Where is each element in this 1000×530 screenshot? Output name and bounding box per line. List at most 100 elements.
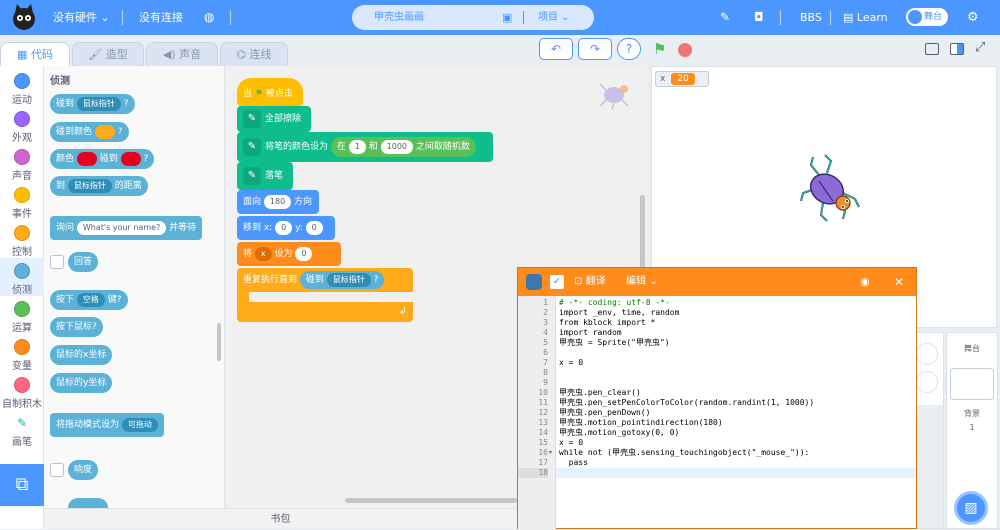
loudness-checkbox[interactable] <box>50 463 64 477</box>
color-swatch[interactable] <box>76 151 97 166</box>
script-horizontal-scrollbar[interactable] <box>345 498 517 503</box>
category-operators[interactable]: 运算 <box>0 296 44 334</box>
beetle-sprite[interactable] <box>797 153 863 225</box>
random-to-input[interactable]: 1000 <box>380 139 413 154</box>
block-loudness[interactable]: 响度 <box>68 460 99 480</box>
random-from-input[interactable]: 1 <box>348 139 366 154</box>
save-icon[interactable]: ▣ <box>502 5 512 30</box>
block-touching-condition[interactable]: 碰到 鼠标指针 ? <box>299 271 385 289</box>
large-stage-icon[interactable] <box>950 43 964 55</box>
category-variables[interactable]: 变量 <box>0 334 44 372</box>
category-sound[interactable]: 声音 <box>0 144 44 182</box>
backdrop-thumbnail[interactable] <box>950 368 994 400</box>
category-my-blocks[interactable]: 自制积木 <box>0 372 44 410</box>
project-menu[interactable]: 项目 ⌄ <box>538 5 570 30</box>
block-key-pressed[interactable]: 按下 空格 键? <box>50 290 128 310</box>
variable-dropdown[interactable]: x <box>254 246 272 261</box>
direction-input[interactable]: 180 <box>263 194 292 209</box>
dropdown-mouse-pointer[interactable]: 鼠标指针 <box>326 272 371 287</box>
x-input[interactable]: 0 <box>275 220 293 235</box>
help-button[interactable]: ? <box>617 38 641 60</box>
category-motion[interactable]: 运动 <box>0 68 44 106</box>
block-answer[interactable]: 回答 <box>68 252 99 272</box>
undo-button[interactable]: ↶ <box>539 38 573 60</box>
ask-text-input[interactable]: What's your name? <box>76 220 167 235</box>
dropdown-mouse-pointer[interactable]: 鼠标指针 <box>76 96 121 111</box>
fullscreen-icon[interactable]: ⤢ <box>975 40 985 55</box>
code-line[interactable]: from kblock import * <box>559 318 655 328</box>
category-control[interactable]: 控制 <box>0 220 44 258</box>
color-swatch[interactable] <box>94 124 115 139</box>
hardware-menu[interactable]: 没有硬件 ⌄ <box>53 0 110 35</box>
block-set-drag-mode[interactable]: 将拖动模式设为 可拖动 <box>50 413 164 437</box>
tab-wire[interactable]: ⌬ 连线 <box>220 42 288 67</box>
block-ask-and-wait[interactable]: 询问 What's your name? 并等待 <box>50 216 203 240</box>
enable-checkbox[interactable]: ✓ <box>550 275 564 289</box>
show-toggle-button[interactable] <box>916 343 938 365</box>
code-line[interactable]: x = 0 <box>559 358 583 368</box>
y-input[interactable]: 0 <box>305 220 323 235</box>
block-set-pen-color[interactable]: ✎ 将笔的颜色设为 在 1 和 1000 之间取随机数 <box>237 132 493 162</box>
size-button[interactable] <box>916 371 938 393</box>
set-value-input[interactable]: 0 <box>295 246 313 261</box>
tab-sound[interactable]: ◀) 声音 <box>146 42 218 67</box>
translate-button[interactable]: ⊡ 翻译 <box>574 268 606 296</box>
camera-icon[interactable]: ◘ <box>754 0 764 35</box>
block-erase-all[interactable]: ✎ 全部擦除 <box>237 106 311 132</box>
code-line[interactable]: while not (甲壳虫.sensing_touchingobject("_… <box>559 448 809 458</box>
block-color-touching-color[interactable]: 颜色 碰到 ? <box>50 149 155 169</box>
code-line[interactable]: 甲壳虫.pen_setPenColorToColor(random.randin… <box>559 398 814 408</box>
block-repeat-until[interactable]: 重复执行直到 碰到 鼠标指针 ? <box>237 268 413 292</box>
redo-button[interactable]: ↷ <box>578 38 612 60</box>
stage-toggle[interactable]: 舞台 <box>906 8 948 26</box>
block-set-variable[interactable]: 将 x 设为 0 <box>237 242 341 266</box>
connection-status[interactable]: 没有连接 <box>139 0 183 35</box>
small-stage-icon[interactable] <box>925 43 939 55</box>
code-line[interactable]: pass <box>559 458 588 468</box>
code-line[interactable]: 甲壳虫.pen_clear() <box>559 388 641 398</box>
project-name-input[interactable]: 甲壳虫画画 <box>374 5 424 30</box>
code-line[interactable]: # -*- coding: utf-8 -*- <box>559 298 670 308</box>
block-point-in-direction[interactable]: 面向 180 方向 <box>237 190 319 214</box>
code-line[interactable]: import _env, time, random <box>559 308 679 318</box>
globe-icon[interactable]: ◍ <box>204 0 214 35</box>
edit-mode-dropdown[interactable]: 编辑 ⌄ <box>626 268 658 296</box>
block-when-flag-clicked[interactable]: 当 ⚑ 被点击 <box>237 78 303 106</box>
category-pen[interactable]: ✎ 画笔 <box>0 410 44 448</box>
block-mouse-x[interactable]: 鼠标的x坐标 <box>50 345 113 365</box>
dropdown-key[interactable]: 空格 <box>76 292 105 307</box>
category-looks[interactable]: 外观 <box>0 106 44 144</box>
edit-icon[interactable]: ✎ <box>720 0 730 35</box>
category-sensing[interactable]: 侦测 <box>0 258 44 296</box>
color-swatch[interactable] <box>120 151 141 166</box>
backpack-bar[interactable]: 书包 <box>44 508 517 529</box>
bbs-link[interactable]: BBS <box>800 0 822 35</box>
code-line[interactable]: x = 0 <box>559 438 583 448</box>
code-line[interactable]: 甲壳虫.pen_penDown() <box>559 408 650 418</box>
green-flag-icon[interactable]: ⚑ <box>653 40 666 58</box>
block-mouse-y[interactable]: 鼠标的y坐标 <box>50 373 113 393</box>
palette-scrollbar[interactable] <box>217 323 221 361</box>
learn-link[interactable]: ▤ Learn <box>843 0 888 35</box>
python-code-window[interactable]: ✓ ⊡ 翻译 编辑 ⌄ ◉ ✕ 123 456 789 10 11 12 13 14 1… <box>517 267 917 530</box>
tab-costume[interactable]: 🖌 造型 <box>72 42 144 67</box>
block-random[interactable]: 在 1 和 1000 之间取随机数 <box>330 137 476 157</box>
logo-icon[interactable] <box>10 3 38 31</box>
stop-button-icon[interactable] <box>678 43 692 57</box>
code-line[interactable]: 甲壳虫.motion_gotoxy(0, 0) <box>559 428 679 438</box>
dropdown-drag-mode[interactable]: 可拖动 <box>121 417 158 432</box>
run-icon[interactable]: ◉ <box>860 268 870 296</box>
add-backdrop-button[interactable]: ▨ <box>954 491 988 525</box>
tab-code[interactable]: ▦ 代码 <box>0 42 70 68</box>
block-touching[interactable]: 碰到 鼠标指针 ? <box>50 94 135 114</box>
close-icon[interactable]: ✕ <box>894 268 904 296</box>
code-line[interactable]: 甲壳虫 = Sprite("甲壳虫") <box>559 338 670 348</box>
dropdown-mouse-pointer[interactable]: 鼠标指针 <box>67 178 112 193</box>
block-go-to-xy[interactable]: 移到 x: 0 y: 0 <box>237 216 335 240</box>
answer-checkbox[interactable] <box>50 255 64 269</box>
settings-gear-icon[interactable]: ⚙ <box>967 0 979 35</box>
block-distance-to[interactable]: 到 鼠标指针 的距离 <box>50 176 148 196</box>
block-mouse-down[interactable]: 按下鼠标? <box>50 317 103 337</box>
add-extension-button[interactable]: ⧉ <box>0 464 44 506</box>
block-pen-down[interactable]: ✎ 落笔 <box>237 162 293 190</box>
